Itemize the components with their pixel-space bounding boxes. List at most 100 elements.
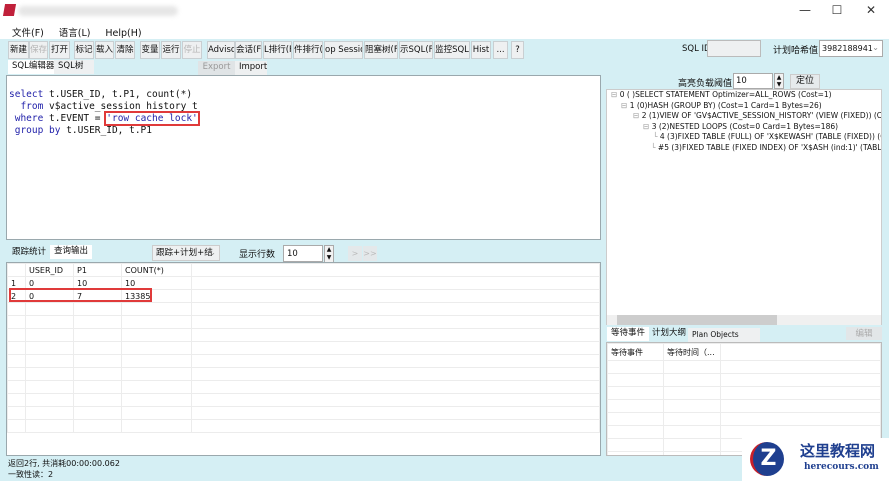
tab-query-output[interactable]: 查询输出 (50, 245, 92, 259)
column-header[interactable]: 等待时间（... (663, 343, 721, 361)
toolbar-button[interactable]: 会话(FS (235, 41, 262, 59)
plan-hash-value: 3982188941 (822, 44, 873, 53)
plan-node[interactable]: ⊟ 2 (1)VIEW OF 'GV$ACTIVE_SESSION_HISTOR… (607, 111, 881, 122)
tab-sql-editor[interactable]: SQL编辑器 (8, 60, 59, 74)
plan-hash-label: 计划哈希值 (773, 46, 819, 56)
toolbar-button[interactable]: 阻塞树(F (364, 41, 398, 59)
collapse-icon[interactable]: ⊟ (643, 122, 649, 131)
tab-trace-stats[interactable]: 跟踪统计 (8, 246, 50, 260)
menu-bar: 文件(F) 语言(L) Help(H) (0, 22, 889, 39)
plan-tree[interactable]: ⊟ 0 ( )SELECT STATEMENT Optimizer=ALL_RO… (606, 89, 882, 325)
sql-text: t.USER_ID, t.P1 (60, 125, 152, 136)
edit-button[interactable]: 编辑 (846, 327, 882, 340)
rows-label: 显示行数 (239, 250, 276, 260)
plan-node-label: 2 (1)VIEW OF 'GV$ACTIVE_SESSION_HISTORY'… (641, 111, 882, 120)
rows-spinner[interactable]: ▲ ▼ (324, 245, 334, 263)
mode-select-value: 跟踪+计划+结 (156, 248, 213, 258)
last-page-button[interactable]: >> (363, 246, 377, 261)
close-button[interactable]: ✕ (856, 3, 886, 19)
app-icon (2, 4, 17, 16)
threshold-spinner[interactable]: ▲ ▼ (774, 73, 784, 89)
sql-keyword: where (9, 113, 44, 124)
threshold-input[interactable]: 10 (733, 73, 773, 89)
plan-node[interactable]: └ #5 (3)FIXED TABLE (FIXED INDEX) OF 'X$… (607, 143, 881, 154)
tab-sql-tree[interactable]: SQL树 (54, 60, 94, 74)
plan-node[interactable]: ⊟ 0 ( )SELECT STATEMENT Optimizer=ALL_RO… (607, 90, 881, 101)
plan-node[interactable]: ⊟ 3 (2)NESTED LOOPS (Cost=0 Card=1 Bytes… (607, 122, 881, 133)
table-cell (191, 276, 600, 290)
rows-input[interactable]: 10 (283, 245, 323, 262)
toolbar-button[interactable]: L排行(F (263, 41, 292, 59)
collapse-icon[interactable]: ⊟ (611, 90, 617, 99)
toolbar-button[interactable]: 停止 (182, 41, 202, 59)
toolbar-button[interactable]: op Session (324, 41, 363, 59)
toolbar-button[interactable]: 打开 (49, 41, 70, 59)
sql-keyword: from (9, 101, 44, 112)
empty-row (607, 373, 881, 387)
column-header (191, 263, 600, 277)
sql-editor[interactable]: select t.USER_ID, t.P1, count(*) from v$… (6, 75, 601, 240)
status-elapsed: 返回2行, 共消耗00:00:00.062 (8, 459, 120, 468)
plan-node-label: 0 ( )SELECT STATEMENT Optimizer=ALL_ROWS… (619, 90, 832, 99)
next-page-button[interactable]: > (348, 246, 362, 261)
result-row-highlight (9, 288, 152, 302)
toolbar-button[interactable]: 监控SQL (434, 41, 470, 59)
tab-plan-objects[interactable]: Plan Objects (688, 328, 760, 342)
sql-id-input[interactable] (707, 40, 761, 57)
horizontal-scrollbar[interactable] (607, 315, 881, 325)
column-header[interactable]: USER_ID (25, 263, 74, 277)
collapse-icon[interactable]: ⊟ (621, 101, 627, 110)
toolbar-button[interactable]: Advisor (207, 41, 235, 59)
tab-plan-outline[interactable]: 计划大纲 (648, 327, 690, 341)
import-button[interactable]: Import (235, 61, 267, 75)
plan-node[interactable]: ⊟ 1 (0)HASH (GROUP BY) (Cost=1 Card=1 By… (607, 101, 881, 112)
chevron-down-icon: ⌄ (208, 248, 216, 258)
menu-language[interactable]: 语言(L) (47, 22, 91, 39)
table-header: USER_ID P1 COUNT(*) (7, 263, 600, 277)
toolbar-button[interactable]: 变量 (140, 41, 160, 59)
toolbar-button[interactable]: ? (511, 41, 524, 59)
minimize-button[interactable]: — (790, 3, 820, 19)
empty-row (7, 341, 600, 355)
chevron-down-icon: ⌄ (872, 43, 879, 52)
tree-line-icon[interactable]: └ (653, 132, 658, 141)
locate-button[interactable]: 定位 (790, 74, 820, 89)
column-header[interactable] (7, 263, 26, 277)
tree-line-icon[interactable]: └ (651, 143, 656, 152)
toolbar-button[interactable]: 载入 (95, 41, 114, 59)
threshold-label: 高亮负载阈值 (678, 79, 733, 89)
toolbar-button[interactable]: 件排行(F (293, 41, 323, 59)
watermark-title: 这里教程网 (800, 442, 876, 460)
toolbar-button[interactable]: 示SQL(F (399, 41, 433, 59)
sql-text: v$active_session_history t (43, 101, 198, 112)
toolbar-button[interactable]: 运行 (161, 41, 181, 59)
toolbar-button[interactable]: 新建 (8, 41, 29, 59)
export-button[interactable]: Export (198, 61, 235, 75)
column-header[interactable]: COUNT(*) (121, 263, 192, 277)
toolbar-button[interactable]: 清除 (115, 41, 135, 59)
toolbar-button[interactable]: 标记 (74, 41, 94, 59)
toolbar-button[interactable]: ... (493, 41, 508, 59)
watermark-url: herecours.com (804, 462, 879, 472)
plan-node-label: #5 (3)FIXED TABLE (FIXED INDEX) OF 'X$AS… (657, 142, 882, 152)
toolbar-button[interactable]: Hist (471, 41, 491, 59)
empty-row (607, 425, 881, 439)
menu-file[interactable]: 文件(F) (0, 22, 44, 39)
tab-wait-events[interactable]: 等待事件 (607, 327, 650, 341)
empty-row (7, 419, 600, 433)
column-header[interactable]: 等待事件 (607, 343, 664, 361)
title-bar: — ☐ ✕ (0, 0, 889, 22)
empty-row (607, 386, 881, 400)
mode-select[interactable]: 跟踪+计划+结 ⌄ (152, 245, 220, 261)
toolbar-button[interactable]: 保存 (29, 41, 48, 59)
empty-row (7, 302, 600, 316)
sql-text: t.EVENT = (43, 113, 107, 124)
menu-help[interactable]: Help(H) (93, 25, 141, 39)
empty-row (7, 367, 600, 381)
column-header[interactable]: P1 (73, 263, 122, 277)
empty-row (607, 399, 881, 413)
collapse-icon[interactable]: ⊟ (633, 111, 639, 120)
plan-node[interactable]: └ 4 (3)FIXED TABLE (FULL) OF 'X$KEWASH' … (607, 132, 881, 143)
maximize-button[interactable]: ☐ (822, 3, 852, 19)
plan-hash-select[interactable]: 3982188941 ⌄ (819, 40, 883, 57)
